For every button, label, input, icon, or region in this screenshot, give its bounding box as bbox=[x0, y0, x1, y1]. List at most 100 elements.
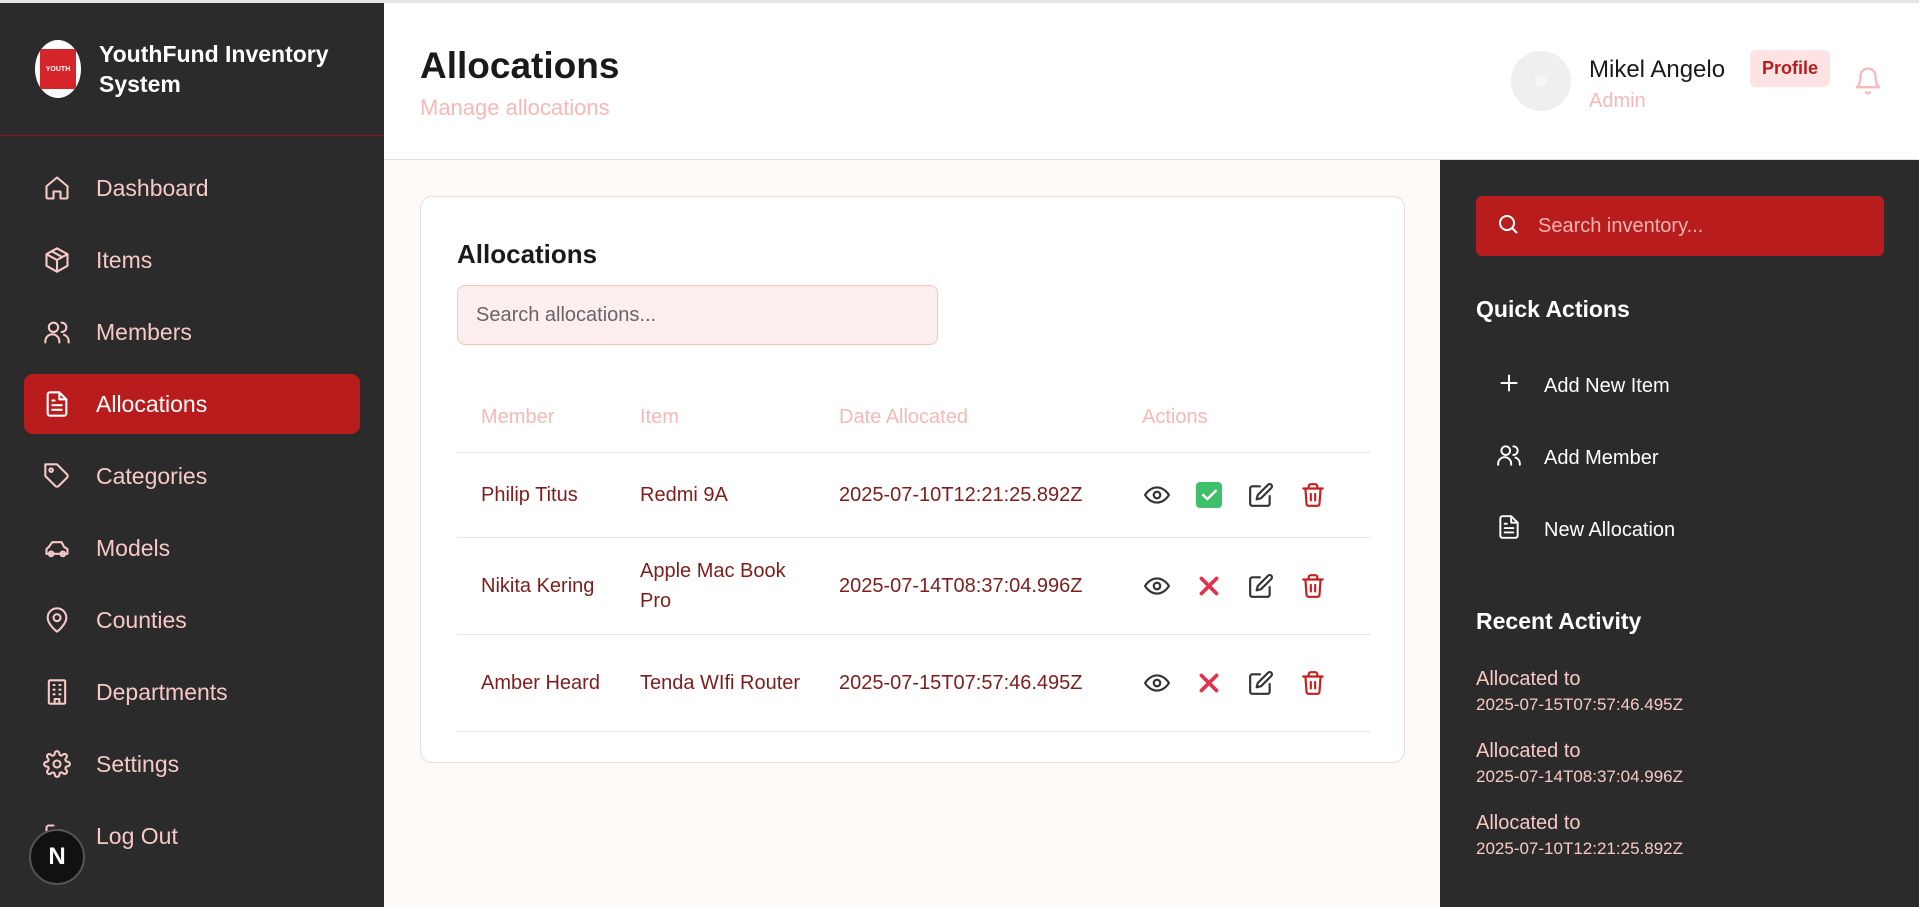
brand[interactable]: YOUTH YouthFund Inventory System bbox=[0, 3, 384, 136]
sidebar-item-counties[interactable]: Counties bbox=[24, 590, 360, 650]
sidebar-item-allocations[interactable]: Allocations bbox=[24, 374, 360, 434]
cell-member: Philip Titus bbox=[457, 452, 616, 538]
building-icon bbox=[42, 677, 72, 707]
cell-actions bbox=[1118, 537, 1370, 635]
box-icon bbox=[42, 245, 72, 275]
sidebar-item-label: Departments bbox=[96, 678, 228, 705]
sidebar-item-label: Allocations bbox=[96, 390, 208, 417]
cell-date: 2025-07-15T07:57:46.495Z bbox=[815, 634, 1118, 732]
sidebar-item-label: Counties bbox=[96, 606, 187, 633]
search-allocations-input[interactable] bbox=[457, 285, 938, 345]
page-header: Allocations Manage allocations Mikel Ang… bbox=[384, 3, 1919, 160]
delete-icon[interactable] bbox=[1298, 480, 1328, 510]
view-icon[interactable] bbox=[1142, 668, 1172, 698]
brand-logo-text: YOUTH bbox=[40, 49, 76, 89]
table-row: Amber Heard Tenda WIfi Router 2025-07-15… bbox=[457, 634, 1370, 732]
quick-action-label: Add New Item bbox=[1544, 374, 1670, 397]
sidebar-item-label: Models bbox=[96, 534, 171, 561]
edit-icon[interactable] bbox=[1246, 668, 1276, 698]
sidebar-item-label: Dashboard bbox=[96, 174, 209, 201]
cell-actions bbox=[1118, 634, 1370, 732]
cell-member: Nikita Kering bbox=[457, 537, 616, 635]
activity-date: 2025-07-10T12:21:25.892Z bbox=[1476, 839, 1683, 858]
cell-item: Tenda WIfi Router bbox=[616, 634, 815, 732]
bell-icon[interactable] bbox=[1853, 65, 1883, 99]
file-icon bbox=[1496, 514, 1544, 546]
quick-action-add-item[interactable]: Add New Item bbox=[1496, 370, 1670, 402]
rejected-x-icon[interactable] bbox=[1194, 668, 1224, 698]
table-row: Philip Titus Redmi 9A 2025-07-10T12:21:2… bbox=[457, 452, 1370, 538]
sidebar-item-label: Categories bbox=[96, 462, 208, 489]
sidebar-item-settings[interactable]: Settings bbox=[24, 734, 360, 794]
delete-icon[interactable] bbox=[1298, 571, 1328, 601]
search-icon bbox=[1496, 212, 1520, 241]
nextjs-dev-badge[interactable]: N bbox=[29, 829, 85, 885]
activity-item: Allocated to 2025-07-10T12:21:25.892Z bbox=[1476, 812, 1683, 859]
cell-actions bbox=[1118, 452, 1370, 538]
sidebar-item-departments[interactable]: Departments bbox=[24, 662, 360, 722]
sidebar-item-items[interactable]: Items bbox=[24, 230, 360, 290]
quick-actions-title: Quick Actions bbox=[1476, 296, 1630, 322]
sidebar: YOUTH YouthFund Inventory System Dashboa… bbox=[0, 3, 384, 907]
column-header-actions: Actions bbox=[1118, 383, 1370, 453]
cell-date: 2025-07-14T08:37:04.996Z bbox=[815, 537, 1118, 635]
profile-button[interactable]: Profile bbox=[1750, 50, 1830, 87]
map-pin-icon bbox=[42, 605, 72, 635]
quick-action-label: Add Member bbox=[1544, 446, 1659, 469]
quick-action-new-allocation[interactable]: New Allocation bbox=[1496, 514, 1675, 546]
view-icon[interactable] bbox=[1142, 480, 1172, 510]
activity-text: Allocated to bbox=[1476, 668, 1581, 690]
sidebar-item-label: Settings bbox=[96, 750, 180, 777]
sidebar-item-models[interactable]: Models bbox=[24, 518, 360, 578]
gear-icon bbox=[42, 749, 72, 779]
sidebar-item-dashboard[interactable]: Dashboard bbox=[24, 158, 360, 218]
allocations-card: Allocations Member Item Date Allocated A… bbox=[420, 196, 1405, 763]
page-subtitle: Manage allocations bbox=[420, 95, 610, 120]
activity-date: 2025-07-15T07:57:46.495Z bbox=[1476, 695, 1683, 714]
brand-logo: YOUTH bbox=[35, 40, 81, 98]
sidebar-item-label: Log Out bbox=[96, 822, 178, 849]
approved-check-icon[interactable] bbox=[1194, 480, 1224, 510]
inventory-search[interactable] bbox=[1476, 196, 1884, 256]
user-name: Mikel Angelo bbox=[1589, 56, 1726, 83]
page-title: Allocations bbox=[420, 45, 620, 86]
sidebar-item-categories[interactable]: Categories bbox=[24, 446, 360, 506]
cell-item: Redmi 9A bbox=[616, 452, 815, 538]
brand-title: YouthFund Inventory System bbox=[99, 41, 329, 97]
cell-date: 2025-07-10T12:21:25.892Z bbox=[815, 452, 1118, 538]
users-icon bbox=[1496, 442, 1544, 474]
avatar[interactable] bbox=[1511, 51, 1571, 111]
activity-text: Allocated to bbox=[1476, 740, 1581, 762]
edit-icon[interactable] bbox=[1246, 571, 1276, 601]
rejected-x-icon[interactable] bbox=[1194, 571, 1224, 601]
car-icon bbox=[42, 533, 72, 563]
allocations-table: Member Item Date Allocated Actions Phili… bbox=[457, 383, 1370, 732]
quick-action-label: New Allocation bbox=[1544, 518, 1676, 541]
table-row: Nikita Kering Apple Mac Book Pro 2025-07… bbox=[457, 537, 1370, 635]
cell-item: Apple Mac Book Pro bbox=[616, 537, 815, 635]
column-header-item[interactable]: Item bbox=[616, 383, 815, 453]
column-header-date[interactable]: Date Allocated bbox=[815, 383, 1118, 453]
home-icon bbox=[42, 173, 72, 203]
activity-item: Allocated to 2025-07-14T08:37:04.996Z bbox=[1476, 740, 1683, 787]
users-icon bbox=[42, 317, 72, 347]
user-role: Admin bbox=[1589, 90, 1646, 112]
activity-item: Allocated to 2025-07-15T07:57:46.495Z bbox=[1476, 668, 1683, 715]
sidebar-nav: Dashboard Items Members Allocations Cate… bbox=[0, 136, 384, 866]
card-title: Allocations bbox=[457, 239, 598, 269]
delete-icon[interactable] bbox=[1298, 668, 1328, 698]
edit-icon[interactable] bbox=[1246, 480, 1276, 510]
sidebar-item-members[interactable]: Members bbox=[24, 302, 360, 362]
file-icon bbox=[42, 389, 72, 419]
sidebar-item-label: Members bbox=[96, 318, 192, 345]
column-header-member[interactable]: Member bbox=[457, 383, 616, 453]
cell-member: Amber Heard bbox=[457, 634, 616, 732]
sidebar-item-label: Items bbox=[96, 246, 153, 273]
view-icon[interactable] bbox=[1142, 571, 1172, 601]
quick-action-add-member[interactable]: Add Member bbox=[1496, 442, 1659, 474]
plus-icon bbox=[1496, 370, 1544, 402]
activity-date: 2025-07-14T08:37:04.996Z bbox=[1476, 767, 1683, 786]
table-header-row: Member Item Date Allocated Actions bbox=[457, 383, 1370, 453]
tag-icon bbox=[42, 461, 72, 491]
search-inventory-input[interactable] bbox=[1538, 214, 1868, 238]
